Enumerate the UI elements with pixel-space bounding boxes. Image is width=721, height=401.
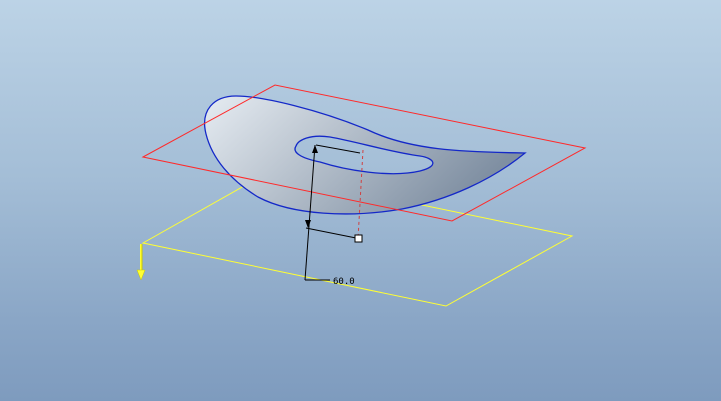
dimension-upper-extension <box>315 144 361 154</box>
square-drag-handle-icon[interactable] <box>354 234 363 243</box>
graphics-viewport[interactable]: 60.0 <box>0 0 721 401</box>
dimension-arrow-top <box>312 145 318 153</box>
dimension-arrow-bottom <box>305 220 311 228</box>
surface-body[interactable] <box>204 95 527 215</box>
axis-arrow-icon[interactable] <box>136 244 146 281</box>
dimension-lower-extension <box>305 227 357 239</box>
model-canvas[interactable]: 60.0 <box>0 0 721 401</box>
dimension-value[interactable]: 60.0 <box>333 277 355 287</box>
